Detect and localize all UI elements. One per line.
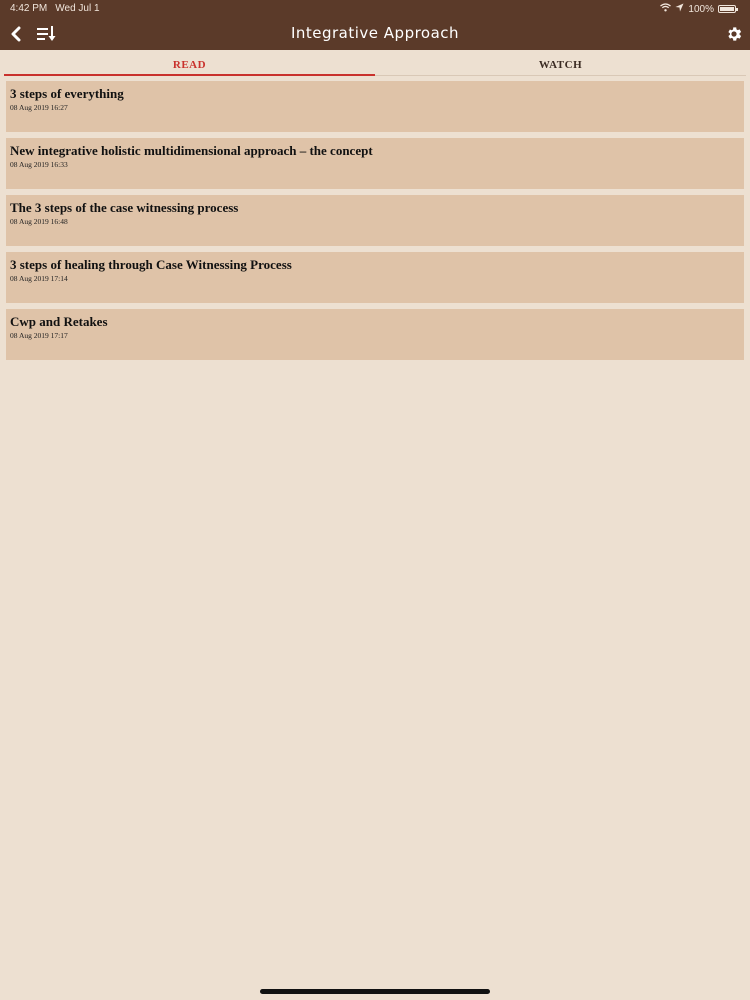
article-date: 08 Aug 2019 16:27: [10, 103, 68, 112]
settings-button[interactable]: [722, 22, 746, 46]
article-list: 3 steps of everything 08 Aug 2019 16:27 …: [6, 81, 744, 366]
status-date: Wed Jul 1: [55, 3, 100, 14]
page-title: Integrative Approach: [290, 24, 460, 42]
article-title: Cwp and Retakes: [10, 314, 108, 329]
status-left: 4:42 PM Wed Jul 1: [10, 3, 100, 14]
status-right: 100%: [660, 3, 738, 15]
article-date: 08 Aug 2019 17:17: [10, 331, 68, 340]
list-item[interactable]: New integrative holistic multidimensiona…: [6, 138, 744, 189]
battery-percent: 100%: [688, 3, 714, 15]
article-title: 3 steps of healing through Case Witnessi…: [10, 257, 292, 272]
list-item[interactable]: The 3 steps of the case witnessing proce…: [6, 195, 744, 246]
article-title: New integrative holistic multidimensiona…: [10, 143, 373, 158]
tab-watch[interactable]: WATCH: [375, 56, 746, 76]
article-date: 08 Aug 2019 17:14: [10, 274, 68, 283]
list-item[interactable]: 3 steps of healing through Case Witnessi…: [6, 252, 744, 303]
article-date: 08 Aug 2019 16:48: [10, 217, 68, 226]
gear-icon: [728, 27, 742, 41]
article-title: 3 steps of everything: [10, 86, 124, 101]
wifi-icon: [660, 3, 672, 15]
list-item[interactable]: 3 steps of everything 08 Aug 2019 16:27: [6, 81, 744, 132]
status-time: 4:42 PM: [10, 3, 48, 14]
tab-bar: READ WATCH: [4, 56, 746, 76]
home-indicator[interactable]: [260, 989, 490, 994]
article-date: 08 Aug 2019 16:33: [10, 160, 68, 169]
article-title: The 3 steps of the case witnessing proce…: [10, 200, 239, 215]
battery-icon: [718, 5, 738, 13]
location-icon: [675, 3, 684, 15]
nav-bar: Integrative Approach: [0, 18, 750, 50]
status-bar: 4:42 PM Wed Jul 1 100%: [0, 0, 750, 18]
tab-read[interactable]: READ: [4, 56, 375, 76]
list-item[interactable]: Cwp and Retakes 08 Aug 2019 17:17: [6, 309, 744, 360]
